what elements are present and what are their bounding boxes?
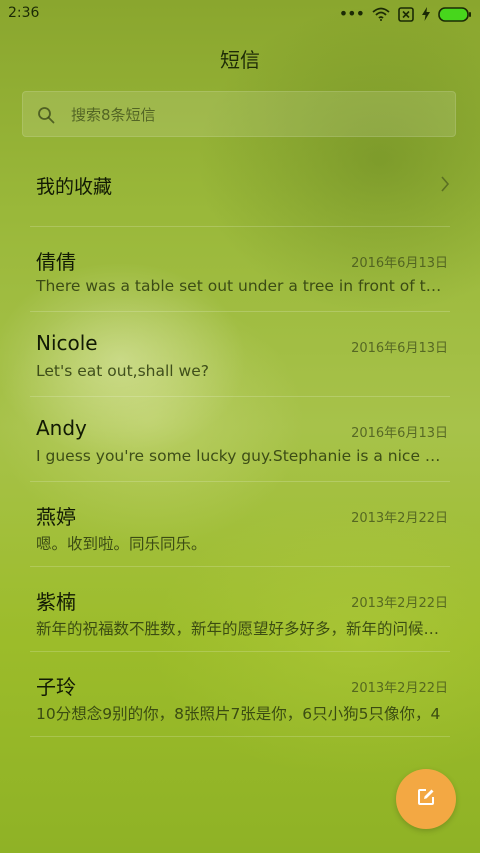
contact-name: 子玲 <box>36 675 76 699</box>
more-dots-icon: ••• <box>338 4 365 23</box>
sim-x-icon <box>398 6 414 22</box>
contact-name: 紫楠 <box>36 590 76 614</box>
favorites-label: 我的收藏 <box>36 176 113 198</box>
contact-name: 燕婷 <box>36 505 76 529</box>
compose-button[interactable] <box>396 769 456 829</box>
status-time: 2:36 <box>8 5 40 21</box>
wifi-icon <box>372 7 390 21</box>
charging-icon <box>422 7 430 21</box>
message-preview: 新年的祝福数不胜数，新年的愿望好多好多，新年的问候送给你 <box>36 620 448 638</box>
message-date: 2016年6月13日 <box>351 256 448 271</box>
contact-name: 倩倩 <box>36 250 76 274</box>
message-preview: I guess you're some lucky guy.Stephanie … <box>36 447 448 465</box>
message-date: 2013年2月22日 <box>351 511 448 526</box>
status-bar: 2:36 ••• <box>0 0 480 28</box>
message-date: 2016年6月13日 <box>351 426 448 441</box>
chevron-right-icon <box>440 176 450 196</box>
conversation-item[interactable]: Andy 2016年6月13日 I guess you're some luck… <box>30 397 450 482</box>
status-icons: ••• <box>339 5 472 23</box>
message-date: 2016年6月13日 <box>351 341 448 356</box>
search-input[interactable] <box>69 92 443 138</box>
search-icon <box>37 106 55 128</box>
message-preview: There was a table set out under a tree i… <box>36 277 448 295</box>
page-title: 短信 <box>220 48 260 72</box>
compose-icon <box>416 787 436 811</box>
contact-name: Nicole <box>36 331 98 355</box>
contact-name: Andy <box>36 416 87 440</box>
conversation-item[interactable]: 燕婷 2013年2月22日 嗯。收到啦。同乐同乐。 <box>30 482 450 567</box>
battery-icon <box>438 6 472 22</box>
message-preview: Let's eat out,shall we? <box>36 362 209 380</box>
message-preview: 嗯。收到啦。同乐同乐。 <box>36 535 207 553</box>
conversation-item[interactable]: Nicole 2016年6月13日 Let's eat out,shall we… <box>30 312 450 397</box>
message-preview: 10分想念9别的你，8张照片7张是你，6只小狗5只像你，4 <box>36 705 441 723</box>
message-date: 2013年2月22日 <box>351 681 448 696</box>
message-date: 2013年2月22日 <box>351 596 448 611</box>
conversation-item[interactable]: 紫楠 2013年2月22日 新年的祝福数不胜数，新年的愿望好多好多，新年的问候送… <box>30 567 450 652</box>
conversation-list: 我的收藏 倩倩 2016年6月13日 There was a table set… <box>0 142 480 737</box>
conversation-item[interactable]: 子玲 2013年2月22日 10分想念9别的你，8张照片7张是你，6只小狗5只像… <box>30 652 450 737</box>
conversation-item[interactable]: 倩倩 2016年6月13日 There was a table set out … <box>30 227 450 312</box>
search-box[interactable] <box>22 91 456 138</box>
favorites-row[interactable]: 我的收藏 <box>30 142 450 227</box>
